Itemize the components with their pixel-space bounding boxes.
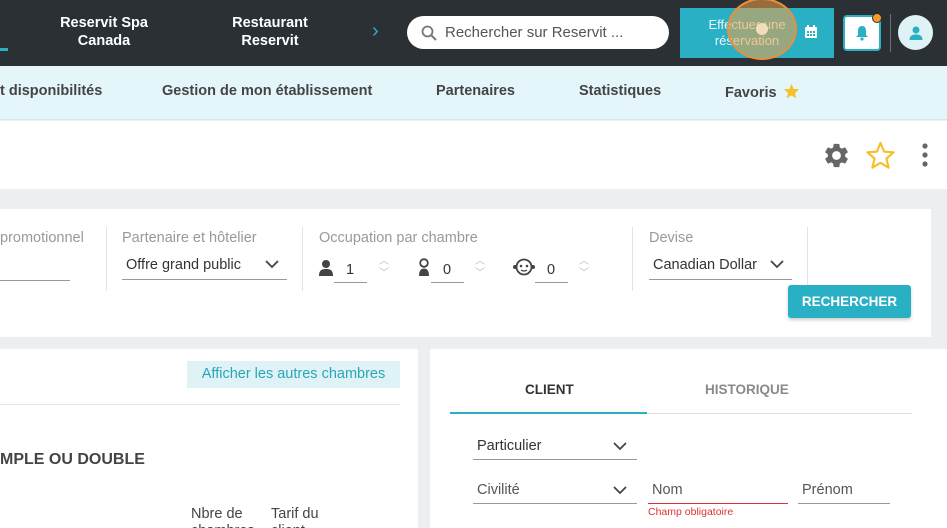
client-type-select[interactable]: Particulier [473, 434, 637, 460]
subnav-establishment[interactable]: Gestion de mon établissement [162, 83, 372, 99]
chevron-down-icon [770, 260, 784, 269]
partner-select-value: Offre grand public [126, 257, 241, 273]
promo-code-label: promotionnel [0, 230, 84, 246]
client-type-value: Particulier [477, 438, 542, 454]
more-options-icon[interactable] [916, 142, 934, 170]
subnav-partners[interactable]: Partenaires [436, 83, 515, 99]
search-button[interactable]: RECHERCHER [788, 285, 911, 318]
column-header-rooms-count: Nbre de chambres [191, 506, 255, 528]
subnav-availability[interactable]: t disponibilités [0, 83, 102, 99]
chevron-right-icon[interactable]: › [372, 20, 379, 42]
first-name-input[interactable]: Prénom [798, 478, 890, 504]
search-icon [421, 25, 437, 41]
adults-stepper[interactable]: ︿ ﹀ [379, 256, 389, 280]
search-input[interactable]: Rechercher sur Reservit ... [407, 16, 669, 49]
chevron-down-icon [613, 486, 627, 495]
nav-restaurant-reservit[interactable]: Restaurant Reservit [220, 14, 320, 50]
nav-reservit-spa[interactable]: Reservit Spa Canada [50, 14, 158, 50]
room-title: MPLE OU DOUBLE [0, 451, 145, 468]
adults-input[interactable]: 1 [334, 255, 367, 283]
divider [0, 404, 400, 405]
secondary-nav: t disponibilités Gestion de mon établiss… [0, 66, 947, 120]
currency-label: Devise [649, 230, 694, 246]
topbar-divider [890, 14, 891, 52]
divider [302, 227, 303, 291]
last-name-error: Champ obligatoire [648, 506, 734, 518]
star-icon [783, 83, 799, 99]
make-reservation-label: Effectuer une réservation [708, 17, 786, 48]
adult-icon [319, 260, 333, 276]
subnav-favorites-label: Favoris [725, 85, 777, 101]
child-icon [419, 258, 429, 276]
partner-label: Partenaire et hôtelier [122, 230, 257, 246]
favorite-star-icon[interactable] [866, 141, 895, 169]
divider [807, 227, 808, 291]
make-reservation-button[interactable]: Effectuer une réservation [680, 8, 834, 58]
gear-icon[interactable] [822, 141, 851, 170]
children-input[interactable]: 0 [431, 255, 464, 283]
subnav-statistics[interactable]: Statistiques [579, 83, 661, 99]
civility-placeholder: Civilité [477, 482, 520, 498]
chevron-down-icon [265, 260, 279, 269]
babies-input[interactable]: 0 [535, 255, 568, 283]
children-stepper[interactable]: ︿ ﹀ [475, 256, 485, 280]
show-other-rooms-button[interactable]: Afficher les autres chambres [187, 361, 400, 388]
last-name-input[interactable]: Nom [648, 478, 788, 504]
babies-stepper[interactable]: ︿ ﹀ [579, 256, 589, 280]
civility-select[interactable]: Civilité [473, 478, 637, 504]
active-tab-indicator [0, 48, 8, 51]
divider [106, 227, 107, 291]
calendar-icon [805, 25, 817, 38]
avatar[interactable] [898, 15, 933, 50]
tab-history[interactable]: HISTORIQUE [705, 382, 789, 397]
partner-select[interactable]: Offre grand public [122, 252, 287, 280]
currency-select[interactable]: Canadian Dollar [649, 252, 792, 280]
subnav-favorites[interactable]: Favoris [725, 83, 800, 101]
search-placeholder: Rechercher sur Reservit ... [445, 24, 624, 41]
page-header [0, 121, 947, 189]
column-header-client-rate: Tarif du client [271, 506, 319, 528]
chevron-down-icon [613, 442, 627, 451]
user-icon [909, 26, 922, 40]
currency-select-value: Canadian Dollar [653, 257, 757, 273]
bell-icon [856, 26, 868, 41]
notification-badge [872, 13, 882, 23]
occupancy-label: Occupation par chambre [319, 230, 478, 246]
tab-client[interactable]: CLIENT [525, 382, 574, 397]
divider [632, 227, 633, 291]
active-tab-underline [450, 412, 647, 414]
promo-code-input[interactable] [0, 253, 70, 281]
baby-icon [513, 258, 535, 276]
